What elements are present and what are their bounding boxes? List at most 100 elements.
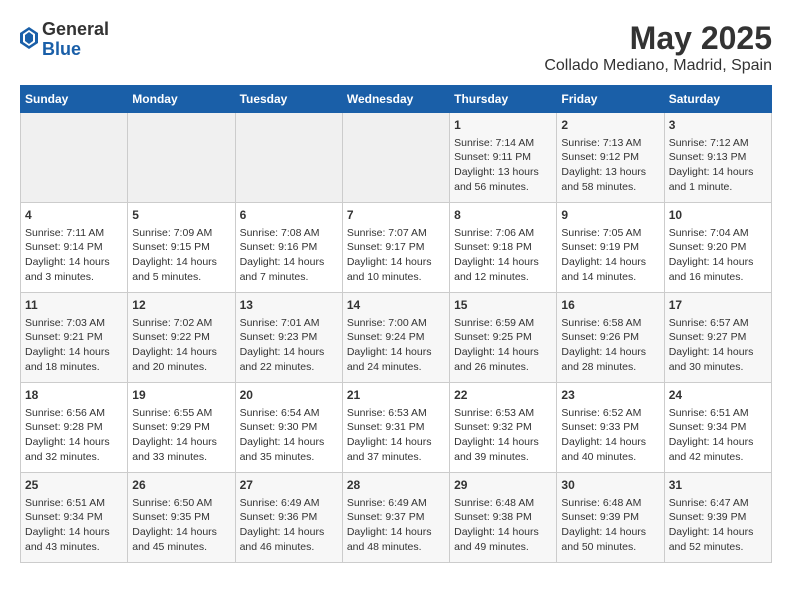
day-info: Sunrise: 7:02 AM Sunset: 9:22 PM Dayligh… xyxy=(132,316,230,375)
day-number: 19 xyxy=(132,387,230,404)
logo-blue: Blue xyxy=(42,40,109,60)
logo-icon xyxy=(20,27,38,49)
calendar-cell xyxy=(342,113,449,203)
day-number: 8 xyxy=(454,207,552,224)
day-info: Sunrise: 6:53 AM Sunset: 9:32 PM Dayligh… xyxy=(454,406,552,465)
day-number: 18 xyxy=(25,387,123,404)
day-number: 11 xyxy=(25,297,123,314)
column-header-monday: Monday xyxy=(128,86,235,113)
calendar-row-1: 4Sunrise: 7:11 AM Sunset: 9:14 PM Daylig… xyxy=(21,203,772,293)
calendar-cell: 16Sunrise: 6:58 AM Sunset: 9:26 PM Dayli… xyxy=(557,293,664,383)
column-header-wednesday: Wednesday xyxy=(342,86,449,113)
day-number: 13 xyxy=(240,297,338,314)
calendar-cell: 8 Sunrise: 7:06 AM Sunset: 9:18 PM Daylig… xyxy=(450,203,557,293)
calendar-row-3: 18 Sunrise: 6:56 AM Sunset: 9:28 PM Dayli… xyxy=(21,383,772,473)
calendar-cell: 1 Sunrise: 7:14 AM Sunset: 9:11 PM Daylig… xyxy=(450,113,557,203)
title-block: May 2025 Collado Mediano, Madrid, Spain xyxy=(544,20,772,75)
day-info: Sunrise: 7:09 AM Sunset: 9:15 PM Dayligh… xyxy=(132,226,230,285)
day-info: Sunrise: 7:13 AM Sunset: 9:12 PM Dayligh… xyxy=(561,136,659,195)
day-info: Sunrise: 6:53 AM Sunset: 9:31 PM Dayligh… xyxy=(347,406,445,465)
day-info: Sunrise: 6:56 AM Sunset: 9:28 PM Dayligh… xyxy=(25,406,123,465)
day-info: Sunrise: 6:55 AM Sunset: 9:29 PM Dayligh… xyxy=(132,406,230,465)
day-number: 31 xyxy=(669,477,767,494)
calendar-cell: 14 Sunrise: 7:00 AM Sunset: 9:24 PM Dayli… xyxy=(342,293,449,383)
day-number: 21 xyxy=(347,387,445,404)
day-number: 28 xyxy=(347,477,445,494)
day-info: Sunrise: 6:48 AM Sunset: 9:38 PM Dayligh… xyxy=(454,496,552,555)
day-number: 20 xyxy=(240,387,338,404)
calendar-cell: 12 Sunrise: 7:02 AM Sunset: 9:22 PM Dayli… xyxy=(128,293,235,383)
calendar-cell: 13 Sunrise: 7:01 AM Sunset: 9:23 PM Dayli… xyxy=(235,293,342,383)
calendar-cell: 25 Sunrise: 6:51 AM Sunset: 9:34 PM Dayli… xyxy=(21,473,128,563)
column-header-sunday: Sunday xyxy=(21,86,128,113)
calendar-cell: 26Sunrise: 6:50 AM Sunset: 9:35 PM Dayli… xyxy=(128,473,235,563)
day-info: Sunrise: 6:51 AM Sunset: 9:34 PM Dayligh… xyxy=(25,496,123,555)
day-number: 1 xyxy=(454,117,552,134)
column-header-friday: Friday xyxy=(557,86,664,113)
calendar-cell: 22 Sunrise: 6:53 AM Sunset: 9:32 PM Dayli… xyxy=(450,383,557,473)
day-info: Sunrise: 7:08 AM Sunset: 9:16 PM Dayligh… xyxy=(240,226,338,285)
page-header: General Blue May 2025 Collado Mediano, M… xyxy=(20,20,772,75)
calendar-cell: 11 Sunrise: 7:03 AM Sunset: 9:21 PM Dayli… xyxy=(21,293,128,383)
day-number: 29 xyxy=(454,477,552,494)
day-info: Sunrise: 6:57 AM Sunset: 9:27 PM Dayligh… xyxy=(669,316,767,375)
day-number: 5 xyxy=(132,207,230,224)
day-info: Sunrise: 7:07 AM Sunset: 9:17 PM Dayligh… xyxy=(347,226,445,285)
calendar-cell: 24 Sunrise: 6:51 AM Sunset: 9:34 PM Dayli… xyxy=(664,383,771,473)
calendar-cell: 28 Sunrise: 6:49 AM Sunset: 9:37 PM Dayli… xyxy=(342,473,449,563)
day-info: Sunrise: 7:01 AM Sunset: 9:23 PM Dayligh… xyxy=(240,316,338,375)
logo-text: General Blue xyxy=(42,20,109,60)
day-number: 30 xyxy=(561,477,659,494)
calendar-row-4: 25 Sunrise: 6:51 AM Sunset: 9:34 PM Dayli… xyxy=(21,473,772,563)
day-info: Sunrise: 6:49 AM Sunset: 9:37 PM Dayligh… xyxy=(347,496,445,555)
day-info: Sunrise: 7:06 AM Sunset: 9:18 PM Dayligh… xyxy=(454,226,552,285)
day-number: 12 xyxy=(132,297,230,314)
calendar-cell xyxy=(235,113,342,203)
calendar-cell: 29 Sunrise: 6:48 AM Sunset: 9:38 PM Dayli… xyxy=(450,473,557,563)
calendar-cell xyxy=(128,113,235,203)
calendar-cell: 18 Sunrise: 6:56 AM Sunset: 9:28 PM Dayli… xyxy=(21,383,128,473)
calendar-cell: 30 Sunrise: 6:48 AM Sunset: 9:39 PM Dayli… xyxy=(557,473,664,563)
day-number: 27 xyxy=(240,477,338,494)
day-info: Sunrise: 7:05 AM Sunset: 9:19 PM Dayligh… xyxy=(561,226,659,285)
calendar-cell: 21 Sunrise: 6:53 AM Sunset: 9:31 PM Dayli… xyxy=(342,383,449,473)
day-info: Sunrise: 7:14 AM Sunset: 9:11 PM Dayligh… xyxy=(454,136,552,195)
day-number: 6 xyxy=(240,207,338,224)
day-info: Sunrise: 6:52 AM Sunset: 9:33 PM Dayligh… xyxy=(561,406,659,465)
day-info: Sunrise: 7:00 AM Sunset: 9:24 PM Dayligh… xyxy=(347,316,445,375)
column-header-tuesday: Tuesday xyxy=(235,86,342,113)
day-number: 22 xyxy=(454,387,552,404)
day-info: Sunrise: 6:49 AM Sunset: 9:36 PM Dayligh… xyxy=(240,496,338,555)
day-number: 25 xyxy=(25,477,123,494)
calendar-cell: 10Sunrise: 7:04 AM Sunset: 9:20 PM Dayli… xyxy=(664,203,771,293)
day-info: Sunrise: 6:51 AM Sunset: 9:34 PM Dayligh… xyxy=(669,406,767,465)
day-number: 14 xyxy=(347,297,445,314)
day-info: Sunrise: 7:04 AM Sunset: 9:20 PM Dayligh… xyxy=(669,226,767,285)
page-subtitle: Collado Mediano, Madrid, Spain xyxy=(544,57,772,75)
calendar-cell: 15 Sunrise: 6:59 AM Sunset: 9:25 PM Dayli… xyxy=(450,293,557,383)
column-header-saturday: Saturday xyxy=(664,86,771,113)
day-info: Sunrise: 6:48 AM Sunset: 9:39 PM Dayligh… xyxy=(561,496,659,555)
day-number: 9 xyxy=(561,207,659,224)
day-number: 24 xyxy=(669,387,767,404)
logo-general: General xyxy=(42,20,109,40)
calendar-cell: 2 Sunrise: 7:13 AM Sunset: 9:12 PM Daylig… xyxy=(557,113,664,203)
day-info: Sunrise: 6:59 AM Sunset: 9:25 PM Dayligh… xyxy=(454,316,552,375)
calendar-cell: 4Sunrise: 7:11 AM Sunset: 9:14 PM Daylig… xyxy=(21,203,128,293)
calendar-table: SundayMondayTuesdayWednesdayThursdayFrid… xyxy=(20,85,772,563)
day-info: Sunrise: 6:54 AM Sunset: 9:30 PM Dayligh… xyxy=(240,406,338,465)
calendar-cell: 19 Sunrise: 6:55 AM Sunset: 9:29 PM Dayli… xyxy=(128,383,235,473)
logo: General Blue xyxy=(20,20,109,60)
day-number: 23 xyxy=(561,387,659,404)
calendar-cell: 31Sunrise: 6:47 AM Sunset: 9:39 PM Dayli… xyxy=(664,473,771,563)
calendar-row-0: 1 Sunrise: 7:14 AM Sunset: 9:11 PM Daylig… xyxy=(21,113,772,203)
day-number: 2 xyxy=(561,117,659,134)
day-info: Sunrise: 6:50 AM Sunset: 9:35 PM Dayligh… xyxy=(132,496,230,555)
day-number: 3 xyxy=(669,117,767,134)
calendar-cell: 9 Sunrise: 7:05 AM Sunset: 9:19 PM Daylig… xyxy=(557,203,664,293)
day-number: 15 xyxy=(454,297,552,314)
day-info: Sunrise: 7:03 AM Sunset: 9:21 PM Dayligh… xyxy=(25,316,123,375)
calendar-row-2: 11 Sunrise: 7:03 AM Sunset: 9:21 PM Dayli… xyxy=(21,293,772,383)
calendar-cell: 7Sunrise: 7:07 AM Sunset: 9:17 PM Daylig… xyxy=(342,203,449,293)
calendar-header-row: SundayMondayTuesdayWednesdayThursdayFrid… xyxy=(21,86,772,113)
